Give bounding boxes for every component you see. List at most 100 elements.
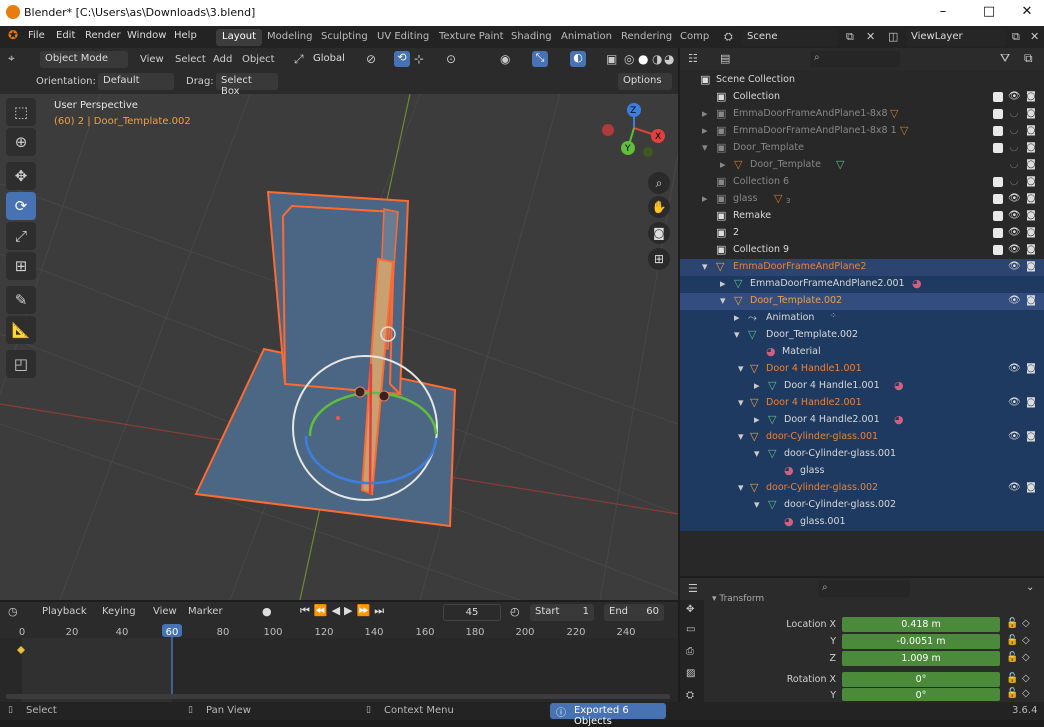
handle-1[interactable] <box>354 386 366 398</box>
orientation-selector[interactable]: Default <box>98 73 174 90</box>
new-collection-icon[interactable]: ⧉ <box>1024 51 1033 66</box>
select-box-tool-icon[interactable]: ⬚ <box>6 98 36 126</box>
delete-scene-icon[interactable]: ✕ <box>866 30 875 43</box>
lock-icon[interactable]: 🔓 <box>1006 618 1018 629</box>
zoom-icon[interactable]: ⌕ <box>648 172 670 194</box>
eye-icon[interactable]: 👁 <box>1008 244 1021 255</box>
outliner-row[interactable]: ▸ ⤳ Animation ⁘ <box>680 310 1044 327</box>
lock-icon[interactable]: 🔓 <box>1006 688 1018 699</box>
outliner-row-selected[interactable]: ▾ ▽ EmmaDoorFrameAndPlane2 👁 ◙ <box>680 259 1044 276</box>
cursor-tool-icon[interactable]: ⊕ <box>6 128 36 156</box>
delete-view-layer-icon[interactable]: ✕ <box>1030 30 1039 43</box>
collapse-icon[interactable]: ▾ <box>738 481 744 494</box>
outliner-row[interactable]: ▾ ▣ Door_Template ◡ ◙ <box>680 140 1044 157</box>
menu-object[interactable]: Object <box>242 54 275 65</box>
overlay-toggle-icon[interactable]: ◐ <box>570 51 586 67</box>
menu-render[interactable]: Render <box>85 30 121 41</box>
measure-tool-icon[interactable]: 📐 <box>6 316 36 344</box>
3d-viewport[interactable] <box>0 94 678 600</box>
menu-window[interactable]: Window <box>127 30 166 41</box>
move-tool-icon[interactable]: ✥ <box>6 162 36 190</box>
mode-selector[interactable]: Object Mode <box>40 51 128 68</box>
timeline-editor-icon[interactable]: ◷ <box>8 605 18 618</box>
playback-controls-icon[interactable]: ⏮⏪◀▶⏩⏭ <box>300 604 388 618</box>
exclude-checkbox[interactable] <box>993 109 1003 119</box>
record-icon[interactable]: ● <box>262 605 272 618</box>
filter-icon[interactable]: ⛛ <box>1000 51 1010 66</box>
output-tab-icon[interactable]: ⎙ <box>686 646 694 657</box>
expand-icon[interactable]: ▸ <box>720 158 726 171</box>
collapse-icon[interactable]: ▾ <box>720 294 726 307</box>
tab-rendering[interactable]: Rendering <box>615 29 678 46</box>
outliner-row[interactable]: ◕ glass <box>680 463 1044 480</box>
exclude-checkbox[interactable] <box>993 177 1003 187</box>
outliner-row[interactable]: ▾ ▽ Door 4 Handle2.001 👁 ◙ <box>680 395 1044 412</box>
collapse-icon[interactable]: ▾ <box>738 362 744 375</box>
viewport-canvas[interactable] <box>0 94 678 600</box>
properties-search-input[interactable]: ⌕ <box>818 581 910 597</box>
maximize-button[interactable]: □ <box>974 4 1004 19</box>
outliner-row[interactable]: ▣ 2 👁 ◙ <box>680 225 1044 242</box>
menu-file[interactable]: File <box>28 30 45 41</box>
new-view-layer-icon[interactable]: ⧉ <box>1012 30 1020 44</box>
tab-shading[interactable]: Shading <box>505 29 558 46</box>
solid-shading-icon[interactable]: ● <box>638 52 648 66</box>
camera-icon[interactable]: ◙ <box>1025 159 1037 170</box>
keyframe-icon[interactable]: ◇ <box>1022 618 1030 629</box>
timeline-scrollbar[interactable] <box>6 694 670 699</box>
minimize-button[interactable]: – <box>928 4 958 19</box>
proportional-edit-icon[interactable]: ⊙ <box>446 52 456 66</box>
tab-texture-paint[interactable]: Texture Paint <box>433 29 510 46</box>
editor-type-icon[interactable]: ⌖ <box>8 51 15 66</box>
collapse-icon[interactable]: ▾ <box>738 430 744 443</box>
rotate-gizmo-x[interactable] <box>368 363 373 495</box>
annotate-tool-icon[interactable]: ✎ <box>6 286 36 314</box>
outliner-row[interactable]: ▾ ▽ door-Cylinder-glass.001 👁 ◙ <box>680 429 1044 446</box>
menu-timeline-view[interactable]: View <box>153 606 177 617</box>
outliner-row[interactable]: ▣ Collection 9 👁 ◙ <box>680 242 1044 259</box>
eye-icon[interactable]: 👁 <box>1008 482 1021 493</box>
options-button[interactable]: Options <box>618 73 672 90</box>
exclude-checkbox[interactable] <box>993 126 1003 136</box>
collapse-icon[interactable]: ▾ <box>734 328 740 341</box>
outliner-row[interactable]: ▸ ▽ Door 4 Handle2.001 ◕ <box>680 412 1044 429</box>
eye-icon[interactable]: 👁 <box>1008 227 1021 238</box>
visibility-icon[interactable]: ◉ <box>500 52 510 66</box>
eye-icon[interactable]: 👁 <box>1008 431 1021 442</box>
exclude-checkbox[interactable] <box>993 194 1003 204</box>
location-y-field[interactable]: -0.0051 m <box>842 634 1000 649</box>
end-frame-field[interactable]: End 60 <box>604 604 664 621</box>
tab-animation[interactable]: Animation <box>555 29 618 46</box>
expand-icon[interactable]: ▸ <box>702 124 708 137</box>
camera-icon[interactable]: ◙ <box>1025 176 1037 187</box>
outliner-row[interactable]: ▾ ▽ Door_Template.002 <box>680 327 1044 344</box>
rotate-tool-icon[interactable]: ⟳ <box>6 192 36 220</box>
menu-marker[interactable]: Marker <box>188 606 223 617</box>
xray-icon[interactable]: ▣ <box>606 52 617 66</box>
scene-tab-icon[interactable]: ⛭ <box>686 690 694 701</box>
outliner-row[interactable]: ▸ ▽ EmmaDoorFrameAndPlane2.001 ◕ <box>680 276 1044 293</box>
rotation-y-field[interactable]: 0° <box>842 688 1000 701</box>
location-x-field[interactable]: 0.418 m <box>842 617 1000 632</box>
keyframe-icon[interactable]: ◇ <box>1022 652 1030 663</box>
expand-icon[interactable]: ▸ <box>734 311 740 324</box>
camera-icon[interactable]: ◙ <box>1025 227 1037 238</box>
outliner-row[interactable]: ▸ ▽ Door_Template ▽ ◡ ◙ <box>680 157 1044 174</box>
eye-icon[interactable]: 👁 <box>1008 261 1021 272</box>
outliner-row[interactable]: ▣ Collection 6 ◡ ◙ <box>680 174 1044 191</box>
camera-icon[interactable]: ◙ <box>1025 244 1037 255</box>
drag-selector[interactable]: Select Box <box>216 73 278 97</box>
keyframe-icon[interactable]: ◇ <box>1022 688 1030 699</box>
location-z-field[interactable]: 1.009 m <box>842 651 1000 666</box>
outliner-row[interactable]: ▣ Collection 👁 ◙ <box>680 89 1044 106</box>
tab-uv-editing[interactable]: UV Editing <box>371 29 435 46</box>
camera-icon[interactable]: ◙ <box>1025 193 1037 204</box>
expand-icon[interactable]: ▸ <box>754 413 760 426</box>
transform-orientation-selector[interactable]: Global <box>308 51 358 68</box>
scale-tool-icon[interactable]: ⤢ <box>6 222 36 250</box>
camera-icon[interactable]: ◙ <box>1025 125 1037 136</box>
outliner-row-scene-collection[interactable]: ▣ Scene Collection <box>680 72 1044 89</box>
lock-icon[interactable]: 🔓 <box>1006 673 1018 684</box>
outliner-row[interactable]: ▸ ▣ glass ▽ 3 👁 ◙ <box>680 191 1044 208</box>
tab-layout[interactable]: Layout <box>216 29 262 46</box>
